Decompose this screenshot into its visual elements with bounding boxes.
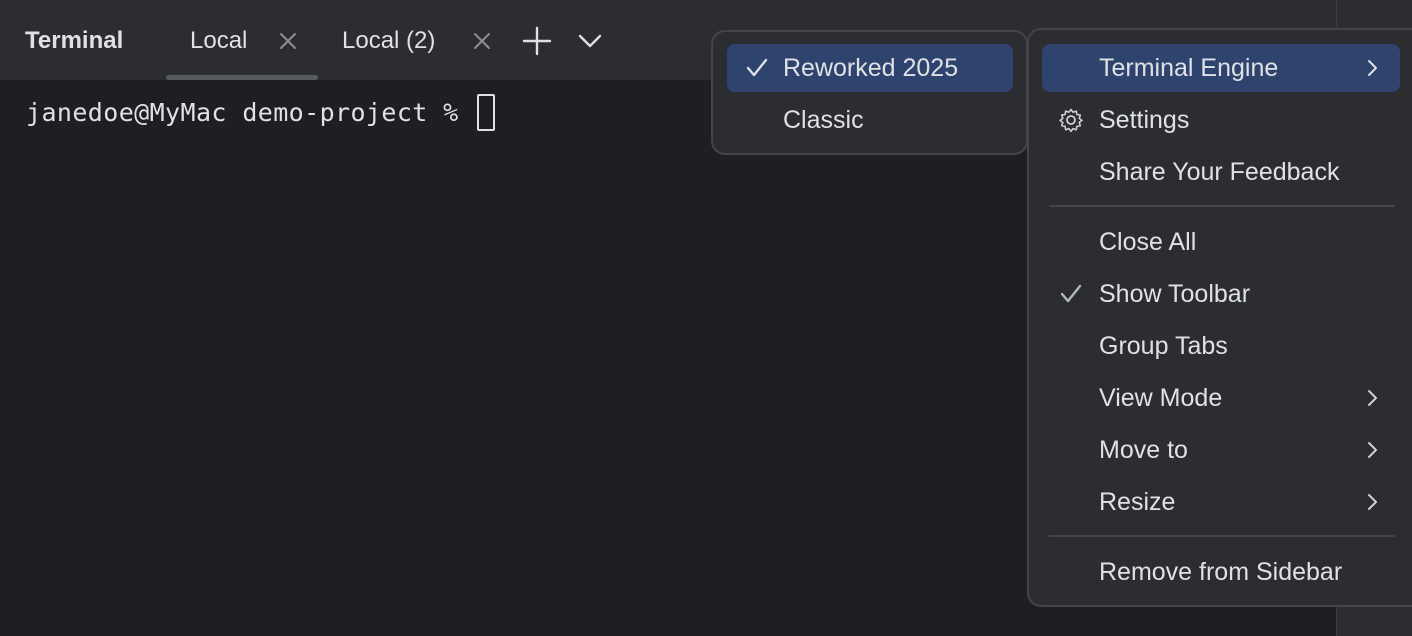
chevron-right-icon bbox=[1362, 58, 1382, 78]
chevron-down-icon[interactable] bbox=[573, 24, 607, 58]
menu-item-label: Share Your Feedback bbox=[1099, 158, 1340, 186]
chevron-right-icon bbox=[1362, 388, 1382, 408]
menu-item-share-feedback[interactable]: Share Your Feedback bbox=[1042, 148, 1400, 196]
terminal-prompt: janedoe@MyMac demo-project % bbox=[26, 98, 459, 127]
chevron-right-icon bbox=[1362, 492, 1382, 512]
terminal-tool-window: Terminal Local Local (2) janedoe@MyMac d… bbox=[0, 0, 1412, 636]
menu-item-label: Remove from Sidebar bbox=[1099, 558, 1343, 586]
terminal-engine-submenu: Reworked 2025 Classic bbox=[711, 30, 1028, 155]
menu-separator bbox=[1049, 205, 1395, 207]
menu-item-label: Classic bbox=[783, 106, 864, 134]
gear-icon bbox=[1058, 107, 1084, 133]
menu-item-reworked-2025[interactable]: Reworked 2025 bbox=[727, 44, 1013, 92]
menu-item-terminal-engine[interactable]: Terminal Engine bbox=[1042, 44, 1400, 92]
menu-item-view-mode[interactable]: View Mode bbox=[1042, 374, 1400, 422]
menu-item-label: Reworked 2025 bbox=[783, 54, 959, 82]
menu-item-settings[interactable]: Settings bbox=[1042, 96, 1400, 144]
terminal-cursor bbox=[477, 94, 495, 131]
menu-item-label: Settings bbox=[1099, 106, 1190, 134]
menu-item-label: View Mode bbox=[1099, 384, 1223, 412]
menu-item-label: Group Tabs bbox=[1099, 332, 1228, 360]
menu-item-close-all[interactable]: Close All bbox=[1042, 218, 1400, 266]
menu-item-label: Close All bbox=[1099, 228, 1197, 256]
menu-item-group-tabs[interactable]: Group Tabs bbox=[1042, 322, 1400, 370]
terminal-options-menu: Terminal Engine Settings Share Your Feed… bbox=[1027, 28, 1412, 607]
close-icon[interactable] bbox=[470, 28, 494, 54]
menu-item-label: Terminal Engine bbox=[1099, 54, 1279, 82]
checkmark-icon bbox=[1058, 281, 1084, 307]
tool-window-title: Terminal bbox=[25, 27, 124, 54]
menu-item-show-toolbar[interactable]: Show Toolbar bbox=[1042, 270, 1400, 318]
menu-item-label: Move to bbox=[1099, 436, 1188, 464]
plus-icon[interactable] bbox=[520, 24, 554, 58]
menu-separator bbox=[1049, 535, 1395, 537]
tab-local-2[interactable]: Local (2) bbox=[342, 24, 435, 58]
tab-label: Local (2) bbox=[342, 27, 436, 54]
menu-item-label: Show Toolbar bbox=[1099, 280, 1251, 308]
menu-item-remove-from-sidebar[interactable]: Remove from Sidebar bbox=[1042, 548, 1400, 596]
tab-label: Local bbox=[190, 27, 248, 54]
close-icon[interactable] bbox=[276, 28, 300, 54]
menu-item-resize[interactable]: Resize bbox=[1042, 478, 1400, 526]
menu-item-move-to[interactable]: Move to bbox=[1042, 426, 1400, 474]
chevron-right-icon bbox=[1362, 440, 1382, 460]
menu-item-label: Resize bbox=[1099, 488, 1176, 516]
tab-local[interactable]: Local bbox=[190, 24, 247, 58]
checkmark-icon bbox=[744, 55, 770, 81]
menu-item-classic[interactable]: Classic bbox=[727, 96, 1013, 144]
